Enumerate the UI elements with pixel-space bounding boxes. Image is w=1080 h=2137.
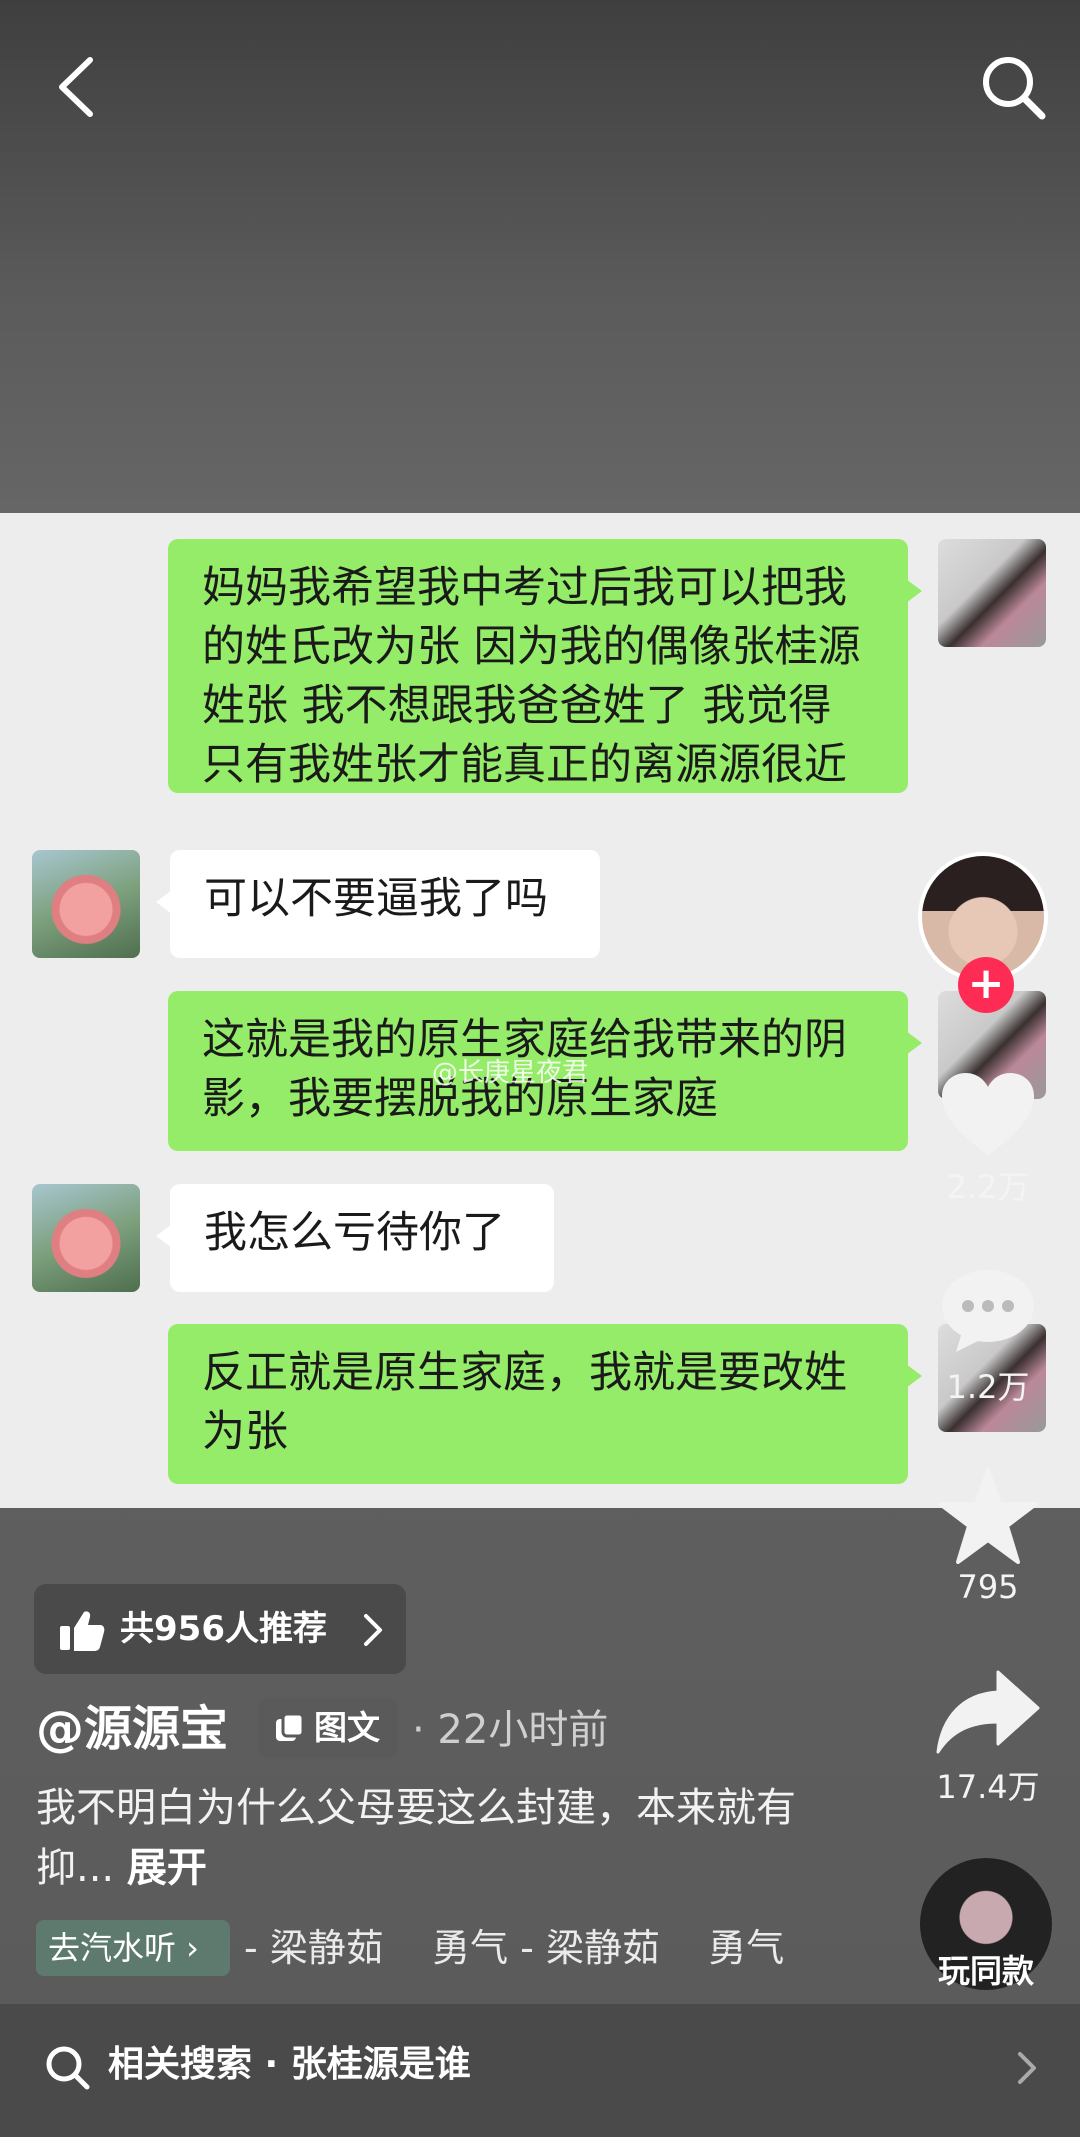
like-count: 2.2万 bbox=[946, 1168, 1030, 1206]
music-link-label[interactable]: 去汽水听 › bbox=[48, 1924, 199, 1972]
comment-count: 1.2万 bbox=[946, 1368, 1030, 1406]
chevron-right-icon bbox=[1018, 2052, 1036, 2084]
watermark: @长庚星夜君 bbox=[432, 1058, 589, 1088]
related-search-text[interactable]: 相关搜索 · 张桂源是谁 bbox=[108, 2040, 471, 2090]
share-count: 17.4万 bbox=[936, 1768, 1040, 1806]
favorite-count: 795 bbox=[957, 1568, 1019, 1606]
post-time: · 22小时前 bbox=[412, 1707, 609, 1753]
heart-icon[interactable] bbox=[938, 1070, 1038, 1160]
follow-button[interactable]: + bbox=[958, 957, 1014, 1013]
recommend-text[interactable]: 共956人推荐 bbox=[120, 1606, 327, 1652]
expand-button[interactable]: 展开 bbox=[127, 1845, 207, 1891]
my-avatar bbox=[938, 539, 1046, 647]
chat-bubble-me: 妈妈我希望我中考过后我可以把我 的姓氏改为张 因为我的偶像张桂源 姓张 我不想跟… bbox=[168, 539, 922, 793]
image-text-icon bbox=[276, 1712, 305, 1741]
search-icon bbox=[46, 2046, 90, 2090]
chat-bubble-me: 反正就是原生家庭，我就是要改姓 为张 bbox=[168, 1324, 922, 1484]
back-icon[interactable] bbox=[48, 52, 108, 122]
chat-screenshot: 妈妈我希望我中考过后我可以把我 的姓氏改为张 因为我的偶像张桂源 姓张 我不想跟… bbox=[0, 513, 1080, 1508]
post-description[interactable]: 我不明白为什么父母要这么封建，本来就有抑... 展开 bbox=[36, 1778, 836, 1898]
search-icon[interactable] bbox=[978, 52, 1048, 122]
comment-icon[interactable] bbox=[940, 1268, 1036, 1354]
post-type-label: 图文 bbox=[314, 1708, 380, 1747]
music-title[interactable]: - 梁静茹 勇气 - 梁静茹 勇气 bbox=[244, 1922, 784, 1974]
share-icon[interactable] bbox=[936, 1668, 1040, 1754]
other-avatar bbox=[32, 1184, 140, 1292]
thumbs-up-icon bbox=[60, 1611, 105, 1651]
chevron-right-icon bbox=[364, 1614, 382, 1646]
other-avatar bbox=[32, 850, 140, 958]
author-name[interactable]: @源源宝 bbox=[36, 1698, 228, 1760]
same-style-label: 玩同款 bbox=[937, 1952, 1034, 1990]
chat-bubble-other: 可以不要逼我了吗 bbox=[156, 850, 600, 958]
star-icon[interactable] bbox=[938, 1468, 1038, 1564]
chat-bubble-other: 我怎么亏待你了 bbox=[156, 1184, 554, 1292]
